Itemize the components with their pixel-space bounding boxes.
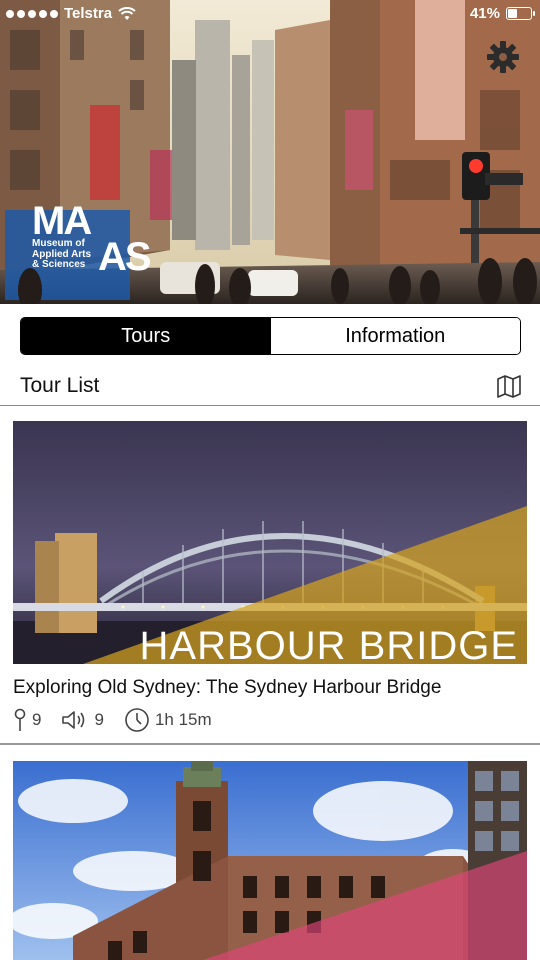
location-pin-icon [14,708,26,731]
logo-text-bottom: AS [98,235,152,279]
tour-list-title: Tour List [20,374,100,397]
tab-tours[interactable]: Tours [21,318,271,354]
heritage-building-image [13,761,527,960]
clock-icon [125,708,149,732]
tour-meta: 9 9 1h 15m [13,707,232,733]
hero-banner: Telstra 41% MA Museum of Applied Arts & … [0,0,540,304]
segmented-control: Tours Information [20,317,521,355]
wifi-icon [118,6,136,20]
tab-information[interactable]: Information [270,318,520,354]
tour-card[interactable]: HARBOUR BRIDGE Exploring Old Sydney: The… [0,421,540,744]
tour-image-caption: HARBOUR BRIDGE [140,624,519,664]
battery-icon [506,7,535,20]
tour-card[interactable] [0,761,540,960]
tour-image[interactable] [13,761,527,960]
status-bar: Telstra 41% [0,0,540,28]
gear-icon[interactable] [486,40,520,74]
speaker-icon [62,711,85,729]
logo-subtitle: Museum of Applied Arts & Sciences [32,238,92,270]
signal-strength-icon [6,9,58,18]
card-divider [0,743,540,745]
battery-percent: 41% [469,5,500,22]
map-icon[interactable] [496,374,522,398]
duration: 1h 15m [154,710,212,729]
maas-logo: MA Museum of Applied Arts & Sciences AS [32,199,156,279]
tour-title[interactable]: Exploring Old Sydney: The Sydney Harbour… [13,677,441,699]
battery-fill [508,9,517,18]
tour-list-header: Tour List [0,368,540,406]
stops-count: 9 [32,710,42,729]
harbour-bridge-image: HARBOUR BRIDGE [13,421,527,664]
tour-image[interactable]: HARBOUR BRIDGE [13,421,527,664]
logo-text-top: MA [32,199,92,243]
carrier-name: Telstra [64,5,113,22]
audio-count: 9 [94,710,104,729]
